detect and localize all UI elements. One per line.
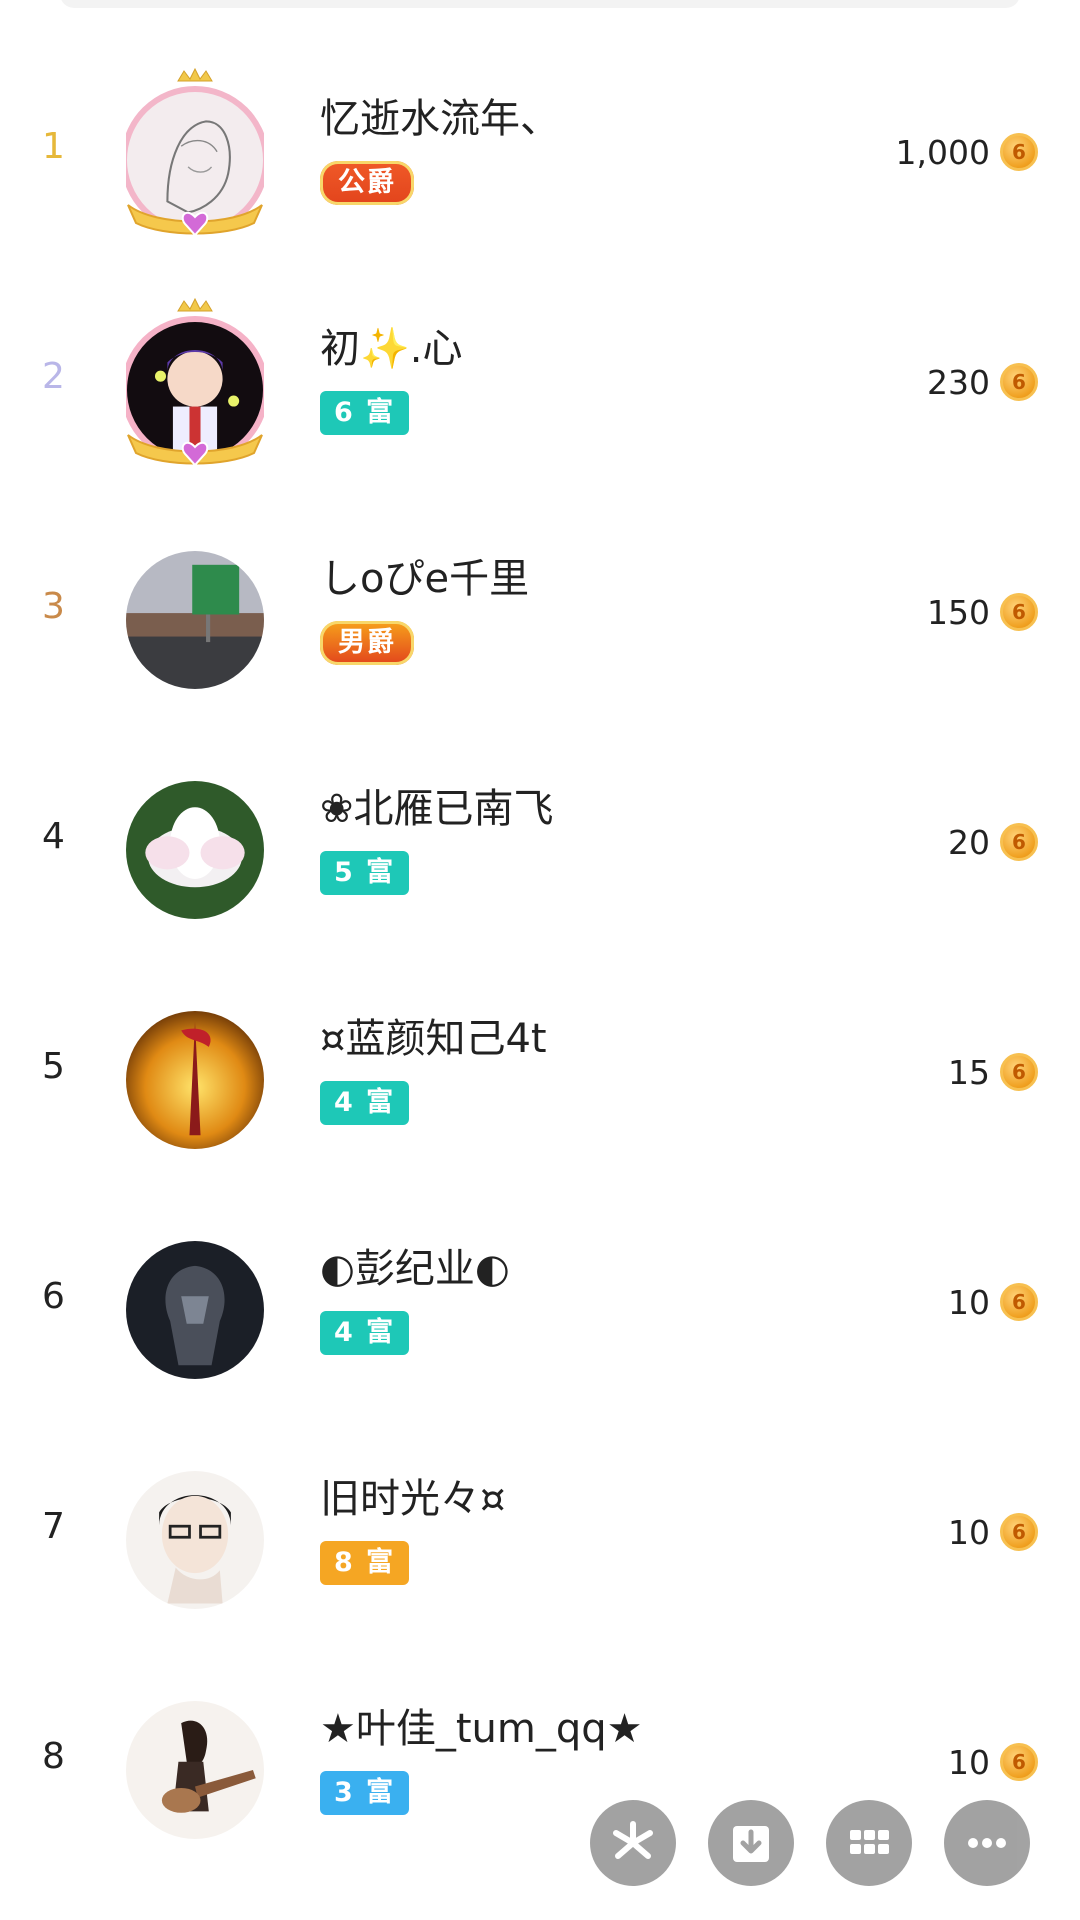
coin-icon: 6 [1000, 1053, 1038, 1091]
more-button[interactable] [944, 1800, 1030, 1886]
coin-icon: 6 [1000, 823, 1038, 861]
coin-glyph: 6 [1012, 830, 1026, 854]
coin-glyph: 6 [1012, 370, 1026, 394]
avatar[interactable] [126, 1471, 264, 1609]
leaderboard-row[interactable]: 2 初✨.心 6 富 230 6 [0, 275, 1080, 505]
avatar-frame [121, 67, 269, 257]
coin-score: 10 [948, 1283, 990, 1322]
user-name: 旧时光々¤ [320, 1476, 506, 1522]
noble-title-badge: 公爵 [320, 161, 414, 205]
coin-score: 150 [927, 593, 990, 632]
grid-icon [850, 1830, 889, 1854]
leaderboard-row[interactable]: 3 しoぴe千里 男爵 150 6 [0, 505, 1080, 735]
wealth-level-badge: 3 富 [320, 1771, 410, 1815]
coin-score: 10 [948, 1743, 990, 1782]
rank-number: 3 [42, 586, 65, 627]
user-name: ★叶佳_tum_qq★ [320, 1706, 643, 1752]
coin-score: 20 [948, 823, 990, 862]
wealth-level-badge: 5 富 [320, 851, 410, 895]
coin-glyph: 6 [1012, 1750, 1026, 1774]
avatar[interactable] [126, 551, 264, 689]
top-search-bar-edge [60, 0, 1020, 8]
leaderboard-row[interactable]: 4 ❀北雁已南飞 5 富 20 6 [0, 735, 1080, 965]
pinwheel-button[interactable] [590, 1800, 676, 1886]
coin-glyph: 6 [1012, 140, 1026, 164]
leaderboard-row[interactable]: 6 ◐彭纪业◐ 4 富 10 6 [0, 1195, 1080, 1425]
user-name: 忆逝水流年、 [320, 96, 560, 142]
coin-score: 230 [927, 363, 990, 402]
noble-title-badge: 男爵 [320, 621, 414, 665]
coin-score: 1,000 [895, 133, 990, 172]
coin-score: 10 [948, 1513, 990, 1552]
coin-score: 15 [948, 1053, 990, 1092]
avatar[interactable] [126, 1701, 264, 1839]
coin-glyph: 6 [1012, 1060, 1026, 1084]
grid-button[interactable] [826, 1800, 912, 1886]
floating-action-bar [590, 1800, 1030, 1890]
rank-number: 5 [42, 1046, 65, 1087]
user-name: 初✨.心 [320, 326, 463, 372]
rank-number: 4 [42, 816, 65, 857]
coin-icon: 6 [1000, 1743, 1038, 1781]
wealth-level-badge: 4 富 [320, 1311, 410, 1355]
rank-number: 6 [42, 1276, 65, 1317]
leaderboard-row[interactable]: 5 ¤蓝颜知己4t 4 富 15 6 [0, 965, 1080, 1195]
rank-number: 8 [42, 1736, 65, 1777]
avatar[interactable] [126, 781, 264, 919]
rank-number: 2 [42, 356, 65, 397]
user-name: ❀北雁已南飞 [320, 786, 554, 832]
coin-glyph: 6 [1012, 1290, 1026, 1314]
wealth-level-badge: 6 富 [320, 391, 410, 435]
avatar[interactable] [126, 1011, 264, 1149]
coin-icon: 6 [1000, 363, 1038, 401]
download-icon [733, 1826, 769, 1862]
coin-glyph: 6 [1012, 600, 1026, 624]
coin-glyph: 6 [1012, 1520, 1026, 1544]
user-name: しoぴe千里 [320, 556, 530, 602]
rank-number: 7 [42, 1506, 65, 1547]
leaderboard-row[interactable]: 1 忆逝水流年、 公爵 1,000 6 [0, 45, 1080, 275]
user-name: ◐彭纪业◐ [320, 1246, 510, 1292]
avatar-frame [121, 297, 269, 487]
avatar[interactable] [126, 1241, 264, 1379]
coin-icon: 6 [1000, 593, 1038, 631]
coin-icon: 6 [1000, 1283, 1038, 1321]
pinwheel-icon [613, 1821, 653, 1859]
download-button[interactable] [708, 1800, 794, 1886]
coin-icon: 6 [1000, 133, 1038, 171]
leaderboard-row[interactable]: 7 旧时光々¤ 8 富 10 6 [0, 1425, 1080, 1655]
wealth-level-badge: 4 富 [320, 1081, 410, 1125]
more-icon [968, 1838, 1006, 1848]
user-name: ¤蓝颜知己4t [320, 1016, 547, 1062]
coin-icon: 6 [1000, 1513, 1038, 1551]
rank-number: 1 [42, 126, 65, 167]
wealth-level-badge: 8 富 [320, 1541, 410, 1585]
